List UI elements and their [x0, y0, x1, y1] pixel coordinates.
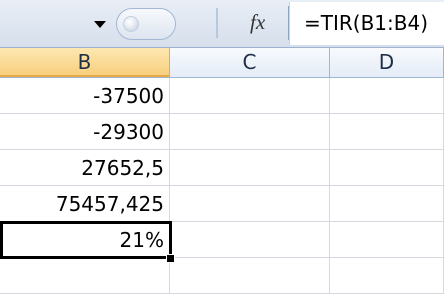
column-headers: B C D	[0, 48, 444, 78]
cell-d1[interactable]	[330, 78, 444, 114]
worksheet-grid: -37500 -29300 27652,5 75457,425 21%	[0, 78, 444, 302]
cell-d6[interactable]	[330, 258, 444, 294]
cell-c3[interactable]	[170, 150, 330, 186]
cell-d3[interactable]	[330, 150, 444, 186]
cell-c1[interactable]	[170, 78, 330, 114]
cell-b2[interactable]: -29300	[0, 114, 170, 150]
cell-c6[interactable]	[170, 258, 330, 294]
cell-c5[interactable]	[170, 222, 330, 258]
cell-b1[interactable]: -37500	[0, 78, 170, 114]
circle-icon	[123, 16, 139, 32]
formula-input[interactable]: =TIR(B1:B4)	[289, 2, 444, 45]
namebox-dropdown-icon[interactable]	[88, 12, 112, 36]
cell-d4[interactable]	[330, 186, 444, 222]
cell-d5[interactable]	[330, 222, 444, 258]
cell-b6[interactable]	[0, 258, 170, 294]
cell-b5[interactable]: 21%	[0, 222, 170, 258]
column-header-b[interactable]: B	[0, 48, 170, 77]
formula-bar: fx =TIR(B1:B4)	[0, 0, 444, 48]
cancel-enter-buttons[interactable]	[116, 8, 176, 40]
column-header-c[interactable]: C	[170, 48, 330, 77]
formula-bar-separator	[216, 8, 218, 38]
fill-handle[interactable]	[166, 254, 175, 263]
cell-b3[interactable]: 27652,5	[0, 150, 170, 186]
cell-c2[interactable]	[170, 114, 330, 150]
column-header-d[interactable]: D	[330, 48, 444, 77]
cell-c4[interactable]	[170, 186, 330, 222]
insert-function-icon[interactable]: fx	[250, 10, 265, 35]
cell-b4[interactable]: 75457,425	[0, 186, 170, 222]
cell-d2[interactable]	[330, 114, 444, 150]
